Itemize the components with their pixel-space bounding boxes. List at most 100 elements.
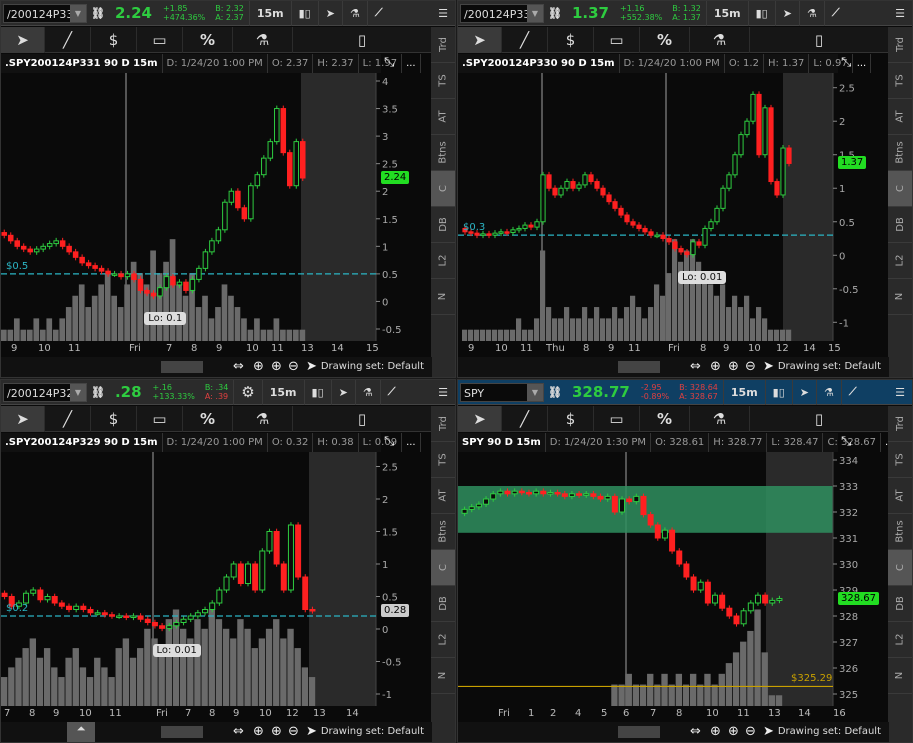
- pointer-icon[interactable]: ➤: [763, 359, 774, 374]
- rectangle-tool-icon[interactable]: ▭: [137, 27, 183, 53]
- studies-tool-icon[interactable]: ⚗: [690, 27, 750, 53]
- zoom-out-icon[interactable]: ⊖: [745, 724, 756, 739]
- side-tab-btns[interactable]: Btns: [888, 514, 912, 550]
- side-tab-c[interactable]: C: [888, 171, 912, 207]
- interval-button[interactable]: 15m: [705, 1, 748, 26]
- auto-fit-icon[interactable]: ⤡: [384, 55, 394, 70]
- chart-style-icon[interactable]: ▮▯: [303, 380, 331, 405]
- side-tab-l2[interactable]: L2: [888, 243, 912, 279]
- percent-tool-icon[interactable]: %: [183, 27, 233, 53]
- zoom-out-icon[interactable]: ⊖: [745, 359, 756, 374]
- side-tab-db[interactable]: DB: [888, 586, 912, 622]
- auto-fit-icon[interactable]: ⤡: [841, 434, 851, 449]
- link-icon[interactable]: ⛓: [544, 1, 566, 26]
- side-tab-trd[interactable]: Trd: [431, 406, 455, 442]
- pan-icon[interactable]: ⇔: [690, 359, 701, 374]
- side-tab-at[interactable]: AT: [431, 99, 455, 135]
- price-level-tool-icon[interactable]: $: [548, 406, 594, 432]
- rectangle-tool-icon[interactable]: ▭: [594, 406, 640, 432]
- drawings-icon[interactable]: ⟋: [366, 1, 390, 26]
- interval-button[interactable]: 15m: [261, 380, 304, 405]
- side-tab-l2[interactable]: L2: [888, 622, 912, 658]
- side-tab-l2[interactable]: L2: [431, 622, 455, 658]
- symbol-selector[interactable]: /200124P329 ▼: [3, 382, 87, 402]
- price-chart[interactable]: 4 3.5 3 2.5 2 1.5 1 0.5 0 -0.5 $0.5 Lo: 0.1 2.24: [1, 73, 432, 341]
- style-tool-icon[interactable]: ▯: [750, 27, 889, 53]
- horizontal-scrollbar[interactable]: [161, 361, 203, 373]
- studies-tool-icon[interactable]: ⚗: [690, 406, 750, 432]
- style-tool-icon[interactable]: ▯: [750, 406, 889, 432]
- chevron-down-icon[interactable]: ▼: [527, 4, 543, 22]
- pointer-tool-icon[interactable]: ➤: [458, 27, 502, 53]
- side-tab-btns[interactable]: Btns: [431, 514, 455, 550]
- rectangle-tool-icon[interactable]: ▭: [137, 406, 183, 432]
- price-level-tool-icon[interactable]: $: [91, 27, 137, 53]
- drawing-set-selector[interactable]: Drawing set: Default: [321, 726, 424, 737]
- link-icon[interactable]: ⛓: [87, 380, 109, 405]
- side-tab-at[interactable]: AT: [888, 99, 912, 135]
- side-tab-n[interactable]: N: [431, 279, 455, 315]
- percent-tool-icon[interactable]: %: [183, 406, 233, 432]
- side-tab-ts[interactable]: TS: [431, 442, 455, 478]
- zoom-in-icon[interactable]: ⊕: [271, 724, 282, 739]
- studies-flask-icon[interactable]: ⚗: [798, 1, 824, 26]
- side-tab-trd[interactable]: Trd: [431, 27, 455, 63]
- price-level-tool-icon[interactable]: $: [548, 27, 594, 53]
- side-tab-ts[interactable]: TS: [431, 63, 455, 99]
- cursor-icon[interactable]: ➤: [791, 380, 816, 405]
- side-tab-c[interactable]: C: [431, 171, 455, 207]
- side-tab-ts[interactable]: TS: [888, 63, 912, 99]
- menu-icon[interactable]: ☰: [431, 380, 455, 405]
- cursor-icon[interactable]: ➤: [774, 1, 799, 26]
- side-tab-c[interactable]: C: [431, 550, 455, 586]
- side-tab-c[interactable]: C: [888, 550, 912, 586]
- pointer-tool-icon[interactable]: ➤: [1, 27, 45, 53]
- side-tab-trd[interactable]: Trd: [888, 406, 912, 442]
- drawing-set-selector[interactable]: Drawing set: Default: [778, 361, 881, 372]
- menu-icon[interactable]: ☰: [431, 1, 455, 26]
- more-info[interactable]: ...: [402, 54, 421, 73]
- side-tab-n[interactable]: N: [888, 279, 912, 315]
- menu-icon[interactable]: ☰: [888, 1, 912, 26]
- crosshair-icon[interactable]: ⊕: [710, 724, 721, 739]
- interval-button[interactable]: 15m: [722, 380, 765, 405]
- zoom-in-icon[interactable]: ⊕: [728, 359, 739, 374]
- menu-icon[interactable]: ☰: [888, 380, 912, 405]
- line-tool-icon[interactable]: ╱: [45, 406, 91, 432]
- pan-icon[interactable]: ⇔: [690, 724, 701, 739]
- side-tab-db[interactable]: DB: [888, 207, 912, 243]
- symbol-selector[interactable]: SPY ▼: [460, 382, 544, 402]
- pointer-icon[interactable]: ➤: [763, 724, 774, 739]
- symbol-selector[interactable]: /200124P331 ▼: [3, 3, 87, 23]
- auto-fit-icon[interactable]: ⤡: [841, 55, 851, 70]
- link-icon[interactable]: ⛓: [544, 380, 566, 405]
- expand-panel-icon[interactable]: ⏶: [67, 722, 95, 742]
- drawings-icon[interactable]: ⟋: [840, 380, 864, 405]
- more-info[interactable]: ...: [853, 54, 872, 73]
- side-tab-at[interactable]: AT: [888, 478, 912, 514]
- cursor-icon[interactable]: ➤: [317, 1, 342, 26]
- studies-flask-icon[interactable]: ⚗: [341, 1, 367, 26]
- chevron-down-icon[interactable]: ▼: [70, 383, 86, 401]
- horizontal-scrollbar[interactable]: [161, 726, 203, 738]
- horizontal-scrollbar[interactable]: [618, 361, 660, 373]
- studies-tool-icon[interactable]: ⚗: [233, 406, 293, 432]
- price-chart[interactable]: 334333332331330329328327326325$325.29328…: [458, 452, 889, 706]
- studies-flask-icon[interactable]: ⚗: [354, 380, 380, 405]
- side-tab-btns[interactable]: Btns: [888, 135, 912, 171]
- studies-flask-icon[interactable]: ⚗: [816, 380, 841, 405]
- horizontal-scrollbar[interactable]: [618, 726, 660, 738]
- chevron-down-icon[interactable]: ▼: [527, 383, 543, 401]
- chart-style-icon[interactable]: ▮▯: [764, 380, 792, 405]
- pointer-icon[interactable]: ➤: [306, 359, 317, 374]
- studies-tool-icon[interactable]: ⚗: [233, 27, 293, 53]
- crosshair-icon[interactable]: ⊕: [710, 359, 721, 374]
- price-chart[interactable]: 2.521.510.50-0.5-1$0.3Lo: 0.011.37: [458, 73, 889, 341]
- drawings-icon[interactable]: ⟋: [379, 380, 403, 405]
- side-tab-l2[interactable]: L2: [431, 243, 455, 279]
- pan-icon[interactable]: ⇔: [233, 359, 244, 374]
- style-tool-icon[interactable]: ▯: [293, 406, 432, 432]
- side-tab-db[interactable]: DB: [431, 207, 455, 243]
- pointer-tool-icon[interactable]: ➤: [1, 406, 45, 432]
- drawing-set-selector[interactable]: Drawing set: Default: [321, 361, 424, 372]
